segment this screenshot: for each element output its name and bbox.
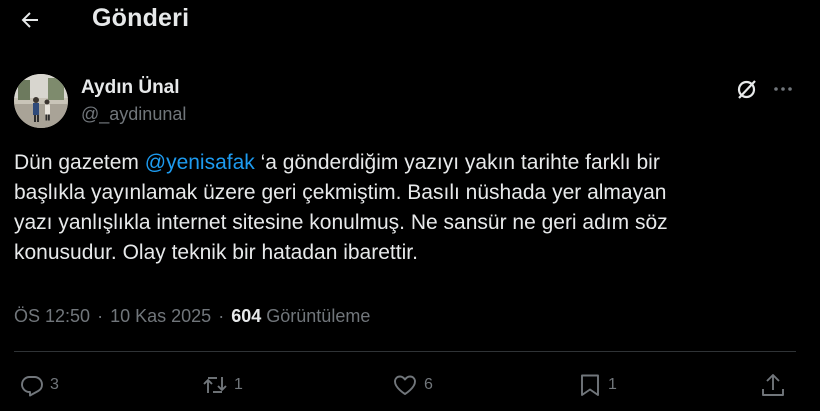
tweet-line: yazı yanlışlıkla internet sitesine konul… — [14, 211, 668, 234]
views-label: Görüntüleme — [266, 306, 371, 326]
like-count: 6 — [424, 376, 433, 393]
reply-icon — [21, 376, 43, 397]
tweet-line: Dün gazetem @yenisafak ‘a gönderdiğim ya… — [14, 148, 804, 178]
bookmark-icon — [581, 374, 599, 396]
author-handle[interactable]: @_aydinunal — [81, 104, 186, 125]
bookmark-button[interactable]: 1 — [578, 370, 617, 400]
more-icon — [774, 87, 792, 91]
tweet-detail-page: Gönderi Aydın Ünal @_aydinunal Dün gazet… — [0, 0, 820, 411]
tweet-line: başlıkla yayınlamak üzere geri çekmiştim… — [14, 181, 667, 204]
mention-link[interactable]: @yenisafak — [145, 151, 255, 174]
share-icon — [762, 374, 784, 396]
retweet-count: 1 — [234, 376, 243, 393]
bookmark-count: 1 — [608, 376, 617, 393]
avatar[interactable] — [14, 74, 68, 128]
avatar-image — [14, 74, 68, 128]
header: Gönderi — [0, 0, 820, 44]
grok-button[interactable] — [734, 76, 760, 102]
retweet-icon — [203, 377, 227, 393]
reply-button[interactable]: 3 — [20, 370, 59, 400]
tweet-text-segment: Dün gazetem — [14, 151, 145, 174]
divider — [14, 351, 796, 352]
views-count[interactable]: 604 — [231, 306, 261, 326]
tweet-meta: ÖS 12:50 · 10 Kas 2025 · 604 Görüntüleme — [14, 306, 370, 327]
like-button[interactable]: 6 — [392, 370, 433, 400]
arrow-left-icon — [21, 12, 38, 28]
tweet-date[interactable]: 10 Kas 2025 — [110, 306, 211, 326]
tweet-text: Dün gazetem @yenisafak ‘a gönderdiğim ya… — [14, 148, 804, 268]
heart-icon — [394, 375, 416, 395]
tweet-text-segment: ‘a gönderdiğim yazıyı yakın tarihte fark… — [254, 151, 660, 174]
meta-separator: · — [97, 306, 104, 326]
tweet-time[interactable]: ÖS 12:50 — [14, 306, 90, 326]
author-name[interactable]: Aydın Ünal — [81, 77, 180, 99]
retweet-button[interactable]: 1 — [202, 370, 243, 400]
back-button[interactable] — [14, 4, 46, 36]
reply-count: 3 — [50, 376, 59, 393]
meta-separator: · — [218, 306, 225, 326]
tweet-line: konusudur. Olay teknik bir hatadan ibare… — [14, 241, 418, 264]
more-options-button[interactable] — [770, 76, 796, 102]
grok-icon — [737, 80, 756, 99]
share-button[interactable] — [760, 370, 786, 400]
page-title: Gönderi — [92, 4, 190, 32]
